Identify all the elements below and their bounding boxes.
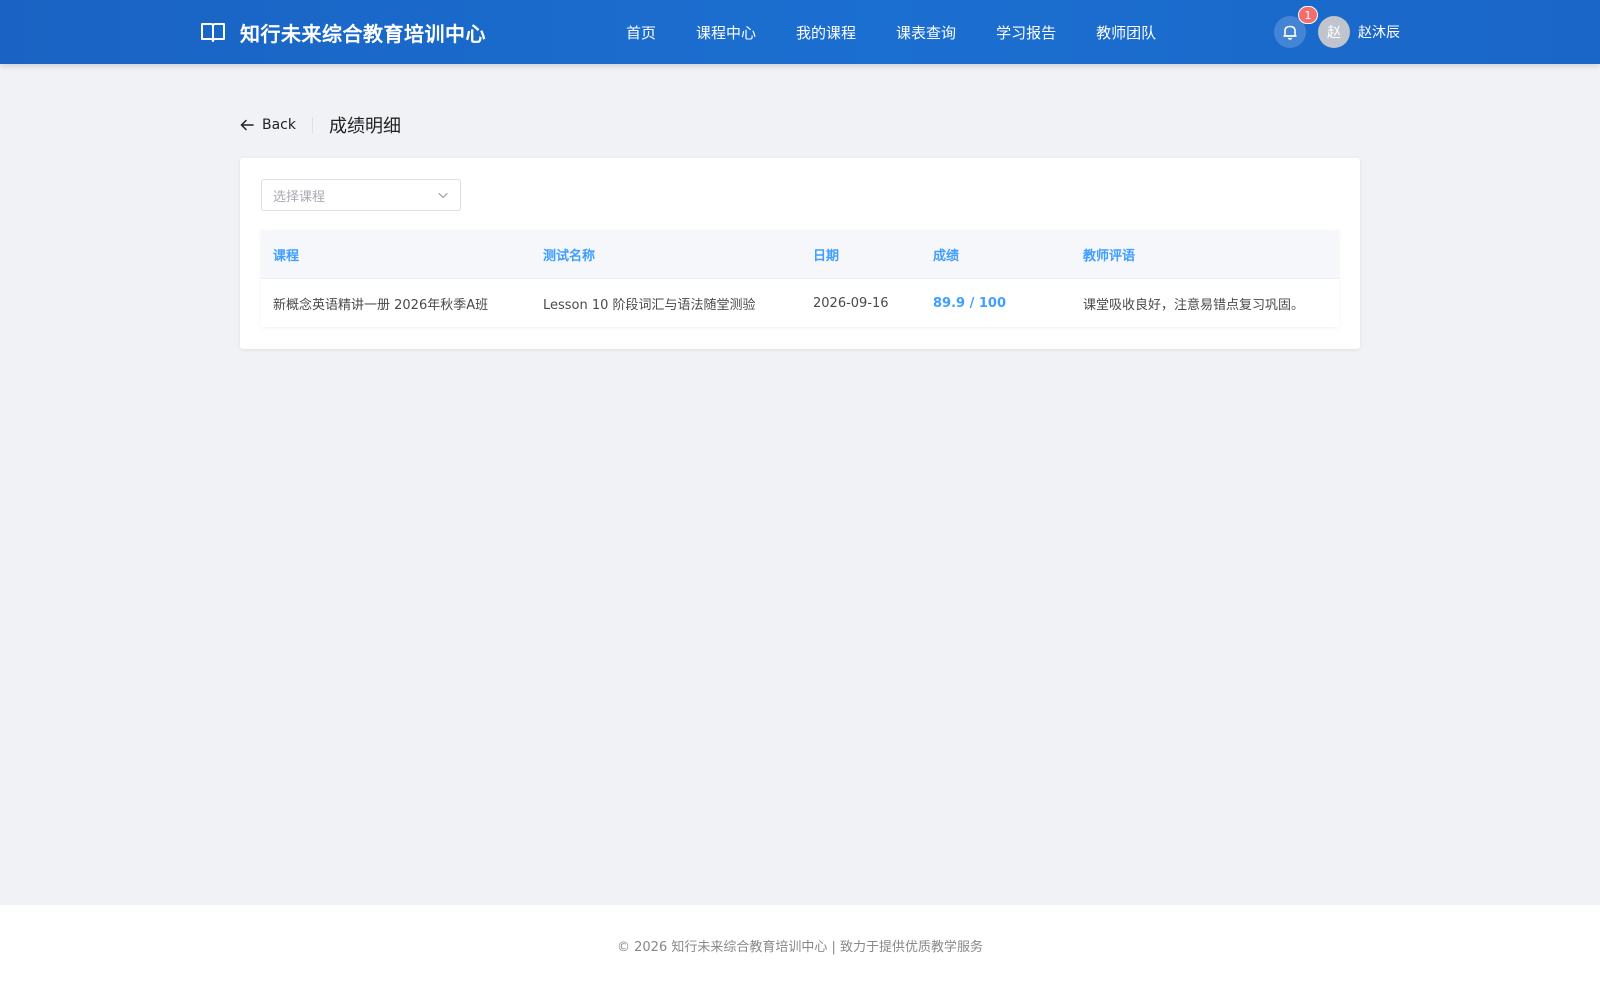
nav-item-learning-report[interactable]: 学习报告 bbox=[976, 0, 1076, 64]
bell-icon bbox=[1281, 23, 1299, 41]
top-navigation-bar: 知行未来综合教育培训中心 首页 课程中心 我的课程 课表查询 学习报告 教师团队… bbox=[0, 0, 1600, 64]
notification-badge: 1 bbox=[1298, 6, 1318, 24]
nav-item-schedule[interactable]: 课表查询 bbox=[876, 0, 976, 64]
column-header-comment[interactable]: 教师评语 bbox=[1071, 245, 1339, 264]
column-header-course[interactable]: 课程 bbox=[261, 245, 531, 264]
page-header: Back 成绩明细 bbox=[240, 110, 401, 140]
grades-card: 选择课程 课程 测试名称 日期 成绩 教师评语 新概念英语精讲一册 2026年秋… bbox=[240, 158, 1360, 349]
cell-score: 89.9 / 100 bbox=[933, 295, 1007, 311]
user-area: 1 赵 赵沐辰 bbox=[1274, 0, 1400, 64]
main-nav: 首页 课程中心 我的课程 课表查询 学习报告 教师团队 bbox=[606, 0, 1176, 64]
header-divider bbox=[312, 117, 313, 133]
nav-item-teachers[interactable]: 教师团队 bbox=[1076, 0, 1176, 64]
footer-text: © 2026 知行未来综合教育培训中心 | 致力于提供优质教学服务 bbox=[617, 939, 983, 955]
cell-course: 新概念英语精讲一册 2026年秋季A班 bbox=[273, 297, 489, 313]
nav-item-my-courses[interactable]: 我的课程 bbox=[776, 0, 876, 64]
back-button[interactable]: Back bbox=[240, 117, 296, 133]
avatar[interactable]: 赵 bbox=[1318, 16, 1350, 48]
nav-item-home[interactable]: 首页 bbox=[606, 0, 676, 64]
page-title: 成绩明细 bbox=[329, 116, 401, 137]
table-row[interactable]: 新概念英语精讲一册 2026年秋季A班 Lesson 10 阶段词汇与语法随堂测… bbox=[261, 279, 1339, 327]
grades-table: 课程 测试名称 日期 成绩 教师评语 新概念英语精讲一册 2026年秋季A班 L… bbox=[261, 230, 1339, 327]
table-header: 课程 测试名称 日期 成绩 教师评语 bbox=[261, 230, 1339, 279]
column-header-test-name[interactable]: 测试名称 bbox=[531, 245, 801, 264]
column-header-date[interactable]: 日期 bbox=[801, 245, 921, 264]
course-select-placeholder: 选择课程 bbox=[273, 189, 326, 205]
nav-item-course-center[interactable]: 课程中心 bbox=[676, 0, 776, 64]
book-icon bbox=[200, 20, 228, 44]
cell-comment: 课堂吸收良好，注意易错点复习巩固。 bbox=[1083, 297, 1305, 313]
back-label: Back bbox=[262, 117, 296, 133]
brand-title: 知行未来综合教育培训中心 bbox=[240, 21, 486, 46]
username[interactable]: 赵沐辰 bbox=[1358, 22, 1400, 42]
column-header-score[interactable]: 成绩 bbox=[921, 245, 1071, 264]
chevron-down-icon bbox=[437, 189, 449, 201]
notification-button[interactable]: 1 bbox=[1274, 6, 1318, 48]
cell-test-name: Lesson 10 阶段词汇与语法随堂测验 bbox=[543, 297, 756, 313]
cell-date: 2026-09-16 bbox=[813, 295, 889, 311]
arrow-left-icon bbox=[240, 118, 254, 132]
footer: © 2026 知行未来综合教育培训中心 | 致力于提供优质教学服务 bbox=[0, 905, 1600, 985]
brand[interactable]: 知行未来综合教育培训中心 bbox=[200, 0, 486, 64]
course-select[interactable]: 选择课程 bbox=[261, 179, 461, 211]
